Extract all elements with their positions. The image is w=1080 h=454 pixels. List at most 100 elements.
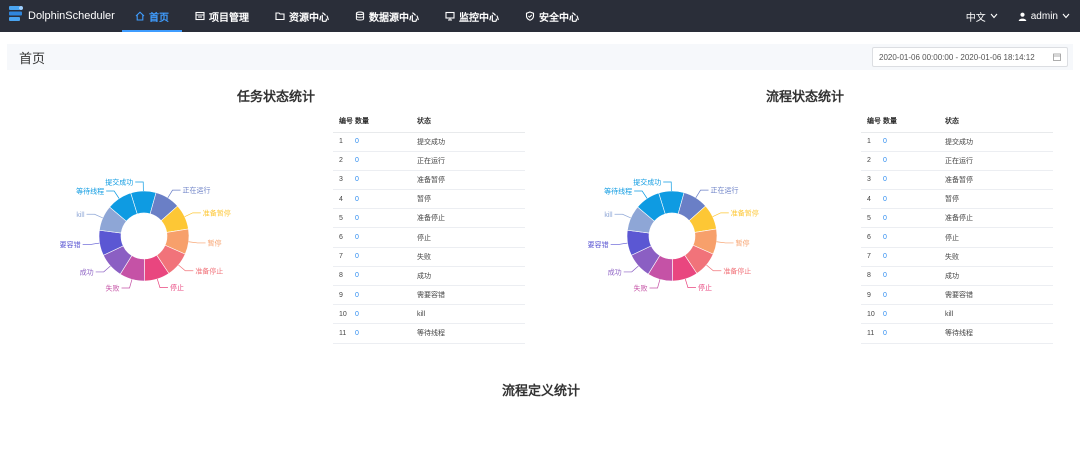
cell-id: 5: [333, 208, 355, 229]
table-row: 7 0 失败: [333, 247, 525, 267]
user-menu[interactable]: admin: [1008, 11, 1080, 22]
table-row: 6 0 停止: [861, 227, 1053, 248]
cell-count: 0: [883, 151, 945, 171]
label-line: [82, 242, 100, 245]
cell-count: 0: [883, 208, 945, 229]
cell-id: 1: [861, 132, 883, 152]
cell-count: 0: [355, 227, 417, 248]
slice-label: 提交成功: [105, 178, 133, 187]
label-line: [634, 190, 648, 199]
label-line: [695, 189, 709, 198]
cell-state: 暂停: [417, 189, 525, 210]
nav-item-home[interactable]: 首页: [122, 0, 182, 32]
cell-count: 0: [883, 323, 945, 344]
language-switcher[interactable]: 中文: [956, 9, 1008, 24]
column-header-count: 数量: [355, 110, 417, 133]
project-icon: [195, 11, 205, 21]
chevron-down-icon: [990, 11, 998, 22]
process-stats-table: 编号 数量 状态 1 0 提交成功 2 0 正在运行 3 0 准备暂停 4 0 暂停 5 0 准备停止 6 0 停…: [861, 110, 1053, 344]
slice-label: 准备停止: [195, 266, 223, 275]
slice-label: 需要容错: [60, 240, 81, 249]
donut-chart-svg: 提交成功正在运行准备暂停暂停准备停止停止 失败 成功 需要容错 kill 等待线程: [588, 178, 759, 293]
slice-label: 提交成功: [633, 178, 661, 187]
process-status-chart: 提交成功正在运行准备暂停暂停准备停止停止 失败 成功 需要容错 kill 等待线程: [588, 170, 818, 305]
definition-stats-title: 流程定义统计: [502, 383, 581, 398]
cell-state: 正在运行: [945, 151, 1053, 171]
nav-item-resources[interactable]: 资源中心: [262, 0, 342, 32]
cell-id: 7: [861, 247, 883, 267]
cell-state: 暂停: [945, 189, 1053, 210]
label-line: [86, 213, 103, 219]
label-line: [167, 189, 181, 198]
slice-label: 暂停: [736, 238, 750, 247]
table-row: 1 0 提交成功: [333, 132, 525, 152]
cell-state: 准备停止: [417, 208, 525, 229]
logo-icon: [8, 5, 24, 28]
table-header-row: 编号 数量 状态: [861, 110, 1053, 133]
slice-label: 等待线程: [604, 186, 632, 195]
slice-label: 正在运行: [711, 186, 739, 195]
cell-state: 正在运行: [417, 151, 525, 171]
cell-id: 3: [861, 170, 883, 191]
cell-count: 0: [883, 247, 945, 267]
label-line: [188, 241, 206, 244]
label-line: [610, 242, 628, 245]
home-icon: [135, 11, 145, 21]
cell-state: kill: [945, 304, 1053, 325]
page-title: 首页: [19, 50, 46, 66]
table-row: 1 0 提交成功: [861, 132, 1053, 152]
slice-label: 准备停止: [723, 266, 751, 275]
cell-id: 4: [861, 189, 883, 210]
task-status-chart: 提交成功正在运行准备暂停暂停准备停止停止 失败 成功 需要容错 kill 等待线程: [60, 170, 290, 305]
cell-count: 0: [355, 189, 417, 210]
nav-item-label: 监控中心: [459, 12, 499, 24]
cell-count: 0: [883, 170, 945, 191]
nav-item-label: 数据源中心: [369, 12, 419, 24]
label-line: [95, 265, 111, 273]
nav-item-monitor[interactable]: 监控中心: [432, 0, 512, 32]
table-row: 3 0 准备暂停: [861, 170, 1053, 191]
cell-id: 7: [333, 247, 355, 267]
cell-id: 9: [333, 285, 355, 306]
table-row: 7 0 失败: [861, 247, 1053, 267]
donut-chart-svg: 提交成功正在运行准备暂停暂停准备停止停止 失败 成功 需要容错 kill 等待线程: [60, 178, 231, 293]
cell-state: 准备暂停: [417, 170, 525, 191]
cell-id: 10: [333, 304, 355, 325]
cell-state: 等待线程: [945, 323, 1053, 344]
slice-label: 停止: [698, 283, 712, 292]
label-line: [623, 265, 639, 273]
nav-item-label: 首页: [149, 12, 169, 24]
cell-state: 成功: [417, 266, 525, 287]
cell-count: 0: [355, 170, 417, 191]
app-title: DolphinScheduler: [28, 10, 115, 22]
nav-item-projects[interactable]: 项目管理: [182, 0, 262, 32]
nav-item-security[interactable]: 安全中心: [512, 0, 592, 32]
table-row: 4 0 暂停: [333, 189, 525, 210]
language-label: 中文: [965, 12, 986, 24]
cell-id: 1: [333, 132, 355, 152]
user-name: admin: [1030, 10, 1058, 22]
cell-count: 0: [355, 285, 417, 306]
cell-state: 需要容错: [417, 285, 525, 306]
slice-label: 失败: [634, 284, 648, 293]
label-line: [716, 241, 734, 244]
date-range-picker[interactable]: 2020-01-06 00:00:00 - 2020-01-06 18:14:1…: [872, 47, 1068, 67]
cell-count: 0: [883, 227, 945, 248]
slice-label: 失败: [106, 284, 120, 293]
slice-label: 准备暂停: [203, 208, 231, 217]
label-line: [663, 181, 672, 192]
table-row: 2 0 正在运行: [861, 151, 1053, 171]
cell-id: 2: [333, 151, 355, 171]
cell-state: 停止: [945, 227, 1053, 248]
cell-id: 6: [861, 227, 883, 248]
table-header-row: 编号 数量 状态: [333, 110, 525, 133]
label-line: [135, 181, 144, 192]
cell-state: 成功: [945, 266, 1053, 287]
table-row: 4 0 暂停: [861, 189, 1053, 210]
nav-item-datasource[interactable]: 数据源中心: [342, 0, 432, 32]
column-header-count: 数量: [883, 110, 945, 133]
slice-label: 需要容错: [588, 240, 609, 249]
brand[interactable]: DolphinScheduler: [0, 0, 122, 32]
label-line: [712, 212, 729, 218]
column-header-id: 编号: [861, 110, 883, 133]
